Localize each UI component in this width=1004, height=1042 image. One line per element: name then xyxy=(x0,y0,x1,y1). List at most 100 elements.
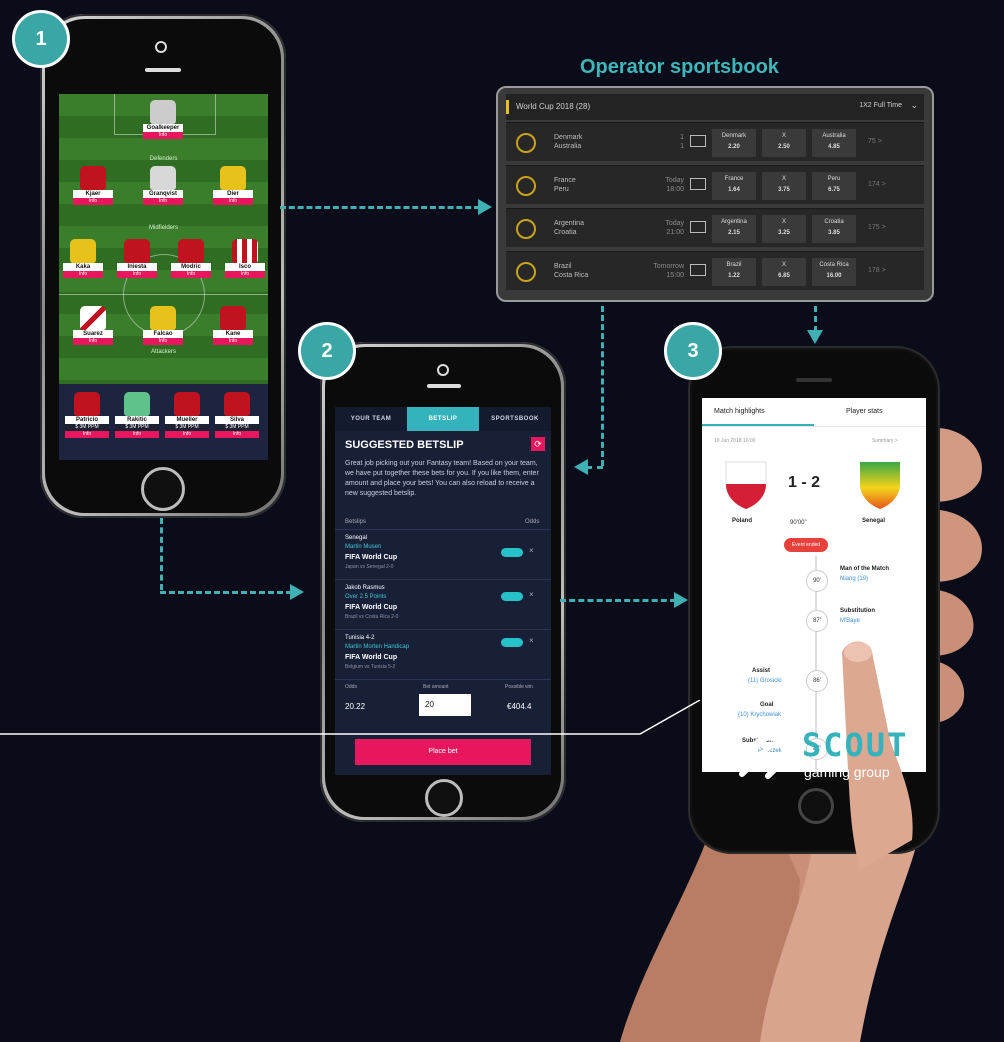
odd-home[interactable]: Denmark 2.20 xyxy=(712,129,756,157)
stats-icon[interactable] xyxy=(690,178,706,190)
player-name: Falcao xyxy=(143,330,183,338)
chevron-down-icon[interactable]: ⌄ xyxy=(910,100,918,111)
odd-draw-value: 2.50 xyxy=(778,144,790,150)
player-card-goalkeeper[interactable]: Goalkeeper Info xyxy=(143,100,183,139)
odd-away[interactable]: Peru 6.75 xyxy=(812,172,856,200)
stats-icon[interactable] xyxy=(690,264,706,276)
odd-draw-value: 3.25 xyxy=(778,230,790,236)
more-markets[interactable]: 174 > xyxy=(868,180,886,189)
tab-player-stats[interactable]: Player stats xyxy=(846,408,883,415)
match-away: Peru xyxy=(554,186,569,193)
event-title: Substitution xyxy=(840,608,875,614)
bet-toggle[interactable] xyxy=(501,638,523,647)
bench-player-card[interactable]: Silva $ 3M PPM Info xyxy=(215,392,259,438)
player-name: Patricio xyxy=(65,416,109,424)
player-card[interactable]: Iniesta Info xyxy=(117,239,157,278)
operator-sportsbook-label: Operator sportsbook xyxy=(580,56,779,78)
odd-draw[interactable]: X 2.50 xyxy=(762,129,806,157)
player-card[interactable]: Dier Info xyxy=(213,166,253,205)
stats-icon[interactable] xyxy=(690,221,706,233)
odd-home[interactable]: France 1.64 xyxy=(712,172,756,200)
arrowhead-icon xyxy=(478,199,492,215)
player-name: Rakitic xyxy=(115,416,159,424)
event-player: (11) Grosicki xyxy=(748,678,782,684)
arrowhead-icon xyxy=(674,592,688,608)
odd-away[interactable]: Croatia 3.85 xyxy=(812,215,856,243)
player-card[interactable]: Kjaer Info xyxy=(73,166,113,205)
bet-team: Tunisia 4-2 xyxy=(345,635,375,641)
player-name: Granqvist xyxy=(143,190,183,198)
bet-toggle[interactable] xyxy=(501,592,523,601)
bench-player-card[interactable]: Mueller $ 3M PPM Info xyxy=(165,392,209,438)
bet-toggle[interactable] xyxy=(501,548,523,557)
sportsbook-match-row[interactable]: Argentina Croatia Today 21:00 Argentina 2.15… xyxy=(506,208,924,247)
more-markets[interactable]: 75 > xyxy=(868,137,882,146)
odd-home-name: Denmark xyxy=(721,133,747,139)
player-card[interactable]: Kane Info xyxy=(213,306,253,345)
more-markets[interactable]: 175 > xyxy=(868,223,886,232)
stats-icon[interactable] xyxy=(690,135,706,147)
player-card[interactable]: Granqvist Info xyxy=(143,166,183,205)
jersey-icon xyxy=(150,306,176,330)
player-card[interactable]: Isco Info xyxy=(225,239,265,278)
odd-draw[interactable]: X 3.25 xyxy=(762,215,806,243)
player-card[interactable]: Falcao Info xyxy=(143,306,183,345)
bet-team: Jakob Rasmus xyxy=(345,585,385,591)
sportsbook-match-row[interactable]: Denmark Australia 1 1 Denmark 2.20 X 2.50 Austr… xyxy=(506,122,924,161)
jersey-icon xyxy=(174,392,200,416)
bench-player-card[interactable]: Rakitic $ 3M PPM Info xyxy=(115,392,159,438)
jersey-icon xyxy=(224,392,250,416)
event-ended-badge[interactable]: Event ended xyxy=(784,538,828,552)
player-name: Suarez xyxy=(73,330,113,338)
betslip-intro: Great job picking out your Fantasy team!… xyxy=(345,460,539,497)
odd-home[interactable]: Argentina 2.15 xyxy=(712,215,756,243)
odd-draw-value: 6.85 xyxy=(778,273,790,279)
odd-away[interactable]: Australia 4.85 xyxy=(812,129,856,157)
odd-home-value: 1.64 xyxy=(728,187,740,193)
jersey-icon xyxy=(124,239,150,263)
step-badge-2: 2 xyxy=(298,322,356,380)
odd-home[interactable]: Brazil 1.22 xyxy=(712,258,756,286)
match-home: Argentina xyxy=(554,220,584,227)
tab-your-team[interactable]: YOUR TEAM xyxy=(335,407,407,431)
summary-link[interactable]: Summary > xyxy=(872,438,898,444)
sportsbook-match-row[interactable]: France Peru Today 18:00 France 1.64 X 3.75 Peru… xyxy=(506,165,924,204)
more-markets[interactable]: 178 > xyxy=(868,266,886,275)
header-accent xyxy=(506,100,509,114)
close-icon[interactable]: × xyxy=(529,546,534,555)
home-button[interactable] xyxy=(425,779,463,817)
jersey-icon xyxy=(70,239,96,263)
tab-match-highlights[interactable]: Match highlights xyxy=(714,408,765,415)
tab-betslip[interactable]: BETSLIP xyxy=(407,407,479,431)
market-selector[interactable]: 1X2 Full Time xyxy=(859,102,902,109)
odds-label: Odds xyxy=(345,684,357,690)
player-info: Info xyxy=(171,271,211,278)
player-card[interactable]: Suarez Info xyxy=(73,306,113,345)
bet-item[interactable]: Jakob Rasmus Over 2.5 Points FIFA World … xyxy=(335,579,551,630)
sportsbook-match-row[interactable]: Brazil Costa Rica Tomorrow 15:00 Brazil 1.22… xyxy=(506,251,924,290)
player-name: Kjaer xyxy=(73,190,113,198)
match-away: Costa Rica xyxy=(554,272,589,279)
odd-draw-name: X xyxy=(781,262,786,268)
match-home: France xyxy=(554,177,576,184)
close-icon[interactable]: × xyxy=(529,590,534,599)
bench-player-card[interactable]: Patricio $ 3M PPM Info xyxy=(65,392,109,438)
position-label-midfielders: Midfielders xyxy=(148,225,178,231)
odd-draw[interactable]: X 3.75 xyxy=(762,172,806,200)
player-card[interactable]: Kaka Info xyxy=(63,239,103,278)
bet-item[interactable]: Tunisia 4-2 Martin Morten Handicap FIFA … xyxy=(335,629,551,680)
odd-draw[interactable]: X 6.85 xyxy=(762,258,806,286)
odd-home-value: 1.22 xyxy=(728,273,740,279)
player-info: Info xyxy=(63,271,103,278)
odd-away[interactable]: Costa Rica 16.00 xyxy=(812,258,856,286)
event-player: Niang (19) xyxy=(840,576,869,582)
close-icon[interactable]: × xyxy=(529,636,534,645)
poland-crest-icon xyxy=(725,461,767,510)
home-button[interactable] xyxy=(141,467,185,511)
bet-item[interactable]: Senegal Martin Musen FIFA World Cup Japa… xyxy=(335,529,551,580)
place-bet-button[interactable]: Place bet xyxy=(355,739,531,765)
position-label-defenders: Defenders xyxy=(149,156,178,162)
reload-icon[interactable]: ⟳ xyxy=(531,437,545,451)
tab-sportsbook[interactable]: SPORTSBOOK xyxy=(479,407,551,431)
player-card[interactable]: Modric Info xyxy=(171,239,211,278)
